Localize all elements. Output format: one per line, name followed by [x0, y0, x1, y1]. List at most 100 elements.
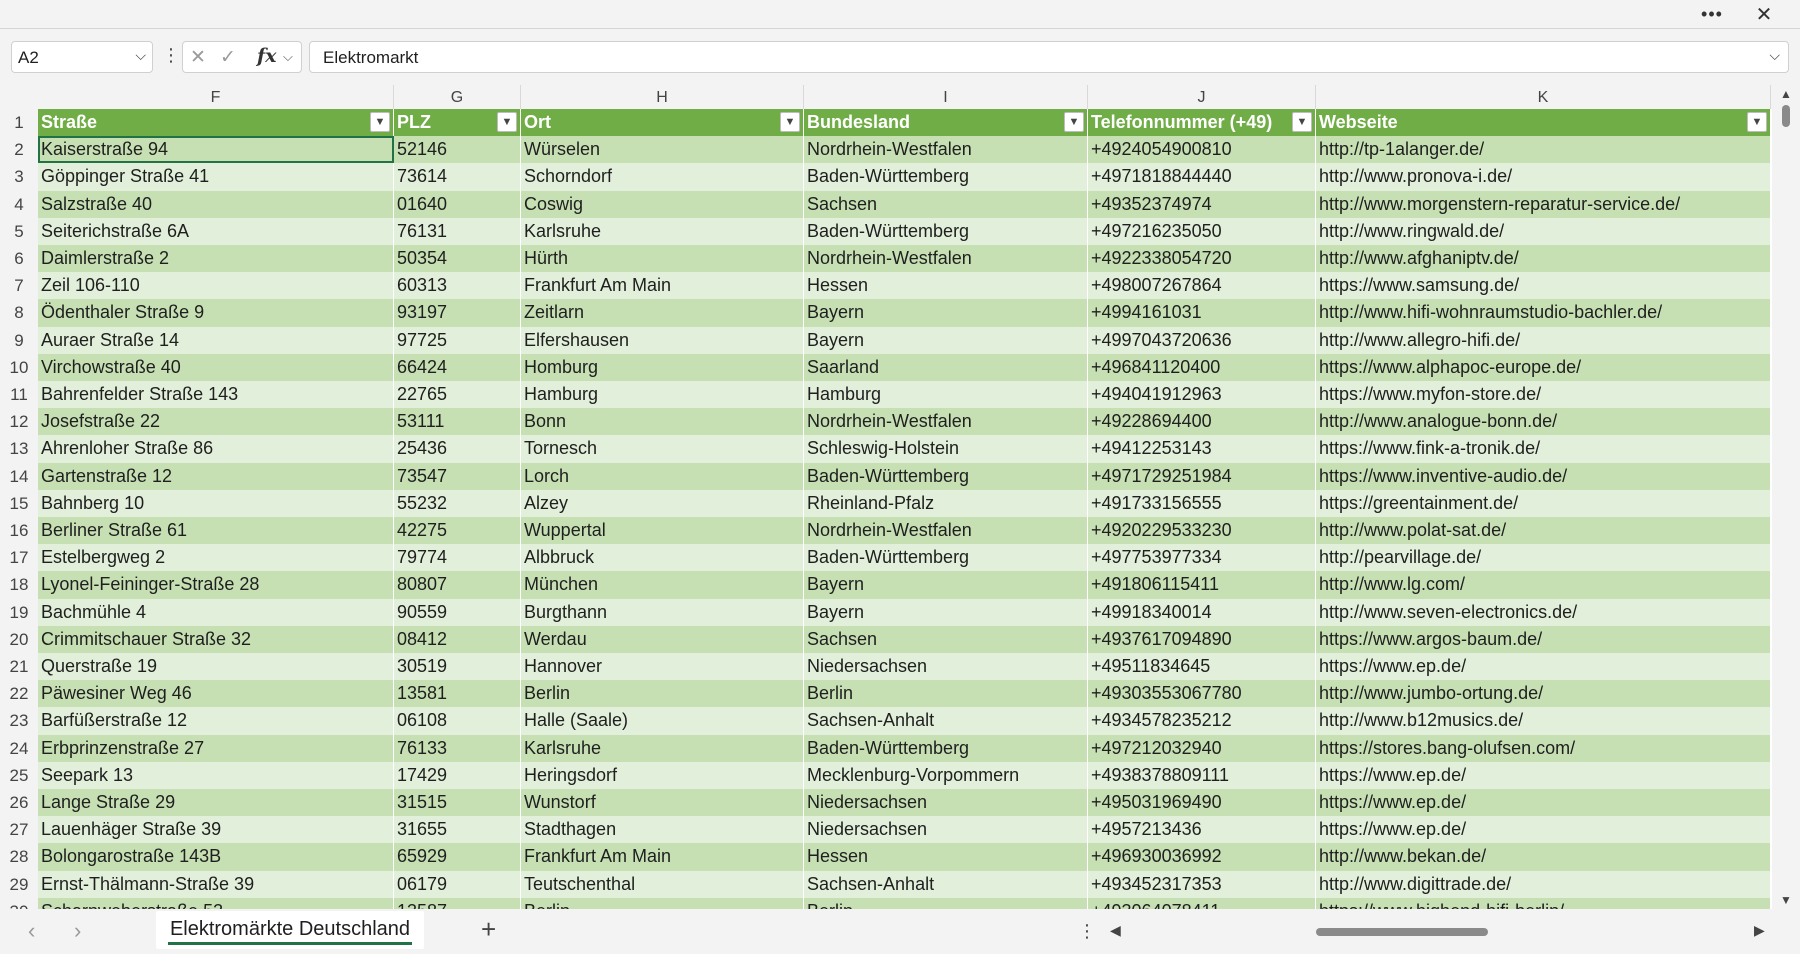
table-cell[interactable]: 31655: [394, 816, 521, 844]
header-cell[interactable]: Telefonnummer (+49) ▼: [1088, 109, 1316, 137]
table-cell[interactable]: http://www.morgenstern-reparatur-service…: [1316, 190, 1771, 218]
table-cell[interactable]: http://www.ringwald.de/: [1316, 217, 1771, 245]
table-cell[interactable]: Wuppertal: [521, 517, 804, 545]
table-cell[interactable]: https://www.ep.de/: [1316, 761, 1771, 789]
header-cell[interactable]: PLZ ▼: [394, 109, 521, 137]
table-cell[interactable]: https://greentainment.de/: [1316, 489, 1771, 517]
row-number[interactable]: 16: [0, 517, 38, 545]
table-cell[interactable]: Alzey: [521, 489, 804, 517]
table-cell[interactable]: Scharnweberstraße 53: [38, 897, 394, 909]
table-cell[interactable]: Josefstraße 22: [38, 408, 394, 436]
table-cell[interactable]: Hürth: [521, 245, 804, 273]
header-cell[interactable]: Ort ▼: [521, 109, 804, 137]
table-cell[interactable]: http://www.analogue-bonn.de/: [1316, 408, 1771, 436]
scroll-down-icon[interactable]: ▼: [1780, 893, 1792, 907]
column-header-j[interactable]: J: [1088, 85, 1316, 109]
row-number[interactable]: 29: [0, 870, 38, 898]
table-cell[interactable]: +49352374974: [1088, 190, 1316, 218]
table-cell[interactable]: 93197: [394, 299, 521, 327]
checkmark-icon[interactable]: ✓: [220, 46, 236, 69]
table-cell[interactable]: https://www.alphapoc-europe.de/: [1316, 353, 1771, 381]
table-cell[interactable]: Frankfurt Am Main: [521, 272, 804, 300]
table-cell[interactable]: 25436: [394, 435, 521, 463]
row-number[interactable]: 2: [0, 136, 38, 164]
table-cell[interactable]: Berlin: [804, 680, 1088, 708]
cancel-icon[interactable]: ✕: [190, 46, 206, 69]
table-cell[interactable]: +4971818844440: [1088, 163, 1316, 191]
table-cell[interactable]: 06108: [394, 707, 521, 735]
row-number[interactable]: 26: [0, 789, 38, 817]
table-cell[interactable]: Virchowstraße 40: [38, 353, 394, 381]
table-cell[interactable]: Sachsen-Anhalt: [804, 707, 1088, 735]
table-cell[interactable]: Berliner Straße 61: [38, 517, 394, 545]
table-cell[interactable]: Berlin: [521, 897, 804, 909]
worksheet-grid[interactable]: FGHIJK 1 Straße ▼ PLZ ▼ Ort ▼ Bundesland ▼ Telefo…: [0, 85, 1772, 909]
table-cell[interactable]: +4920229533230: [1088, 517, 1316, 545]
row-number[interactable]: 3: [0, 163, 38, 191]
table-cell[interactable]: http://www.allegro-hifi.de/: [1316, 326, 1771, 354]
table-cell[interactable]: https://www.fink-a-tronik.de/: [1316, 435, 1771, 463]
table-cell[interactable]: München: [521, 571, 804, 599]
table-cell[interactable]: http://www.b12musics.de/: [1316, 707, 1771, 735]
column-header-g[interactable]: G: [394, 85, 521, 109]
table-cell[interactable]: 42275: [394, 517, 521, 545]
table-cell[interactable]: Erbprinzenstraße 27: [38, 734, 394, 762]
table-cell[interactable]: https://www.ep.de/: [1316, 653, 1771, 681]
table-cell[interactable]: Rheinland-Pfalz: [804, 489, 1088, 517]
table-cell[interactable]: http://www.hifi-wohnraumstudio-bachler.d…: [1316, 299, 1771, 327]
row-number[interactable]: 7: [0, 272, 38, 300]
table-cell[interactable]: https://stores.bang-olufsen.com/: [1316, 734, 1771, 762]
table-cell[interactable]: Teutschenthal: [521, 870, 804, 898]
table-cell[interactable]: Seiterichstraße 6A: [38, 217, 394, 245]
row-number[interactable]: 28: [0, 843, 38, 871]
table-cell[interactable]: Baden-Württemberg: [804, 734, 1088, 762]
table-cell[interactable]: Bayern: [804, 571, 1088, 599]
table-cell[interactable]: Nordrhein-Westfalen: [804, 245, 1088, 273]
row-number[interactable]: 13: [0, 435, 38, 463]
expand-formula-bar-icon[interactable]: ⌵: [1769, 47, 1780, 64]
table-cell[interactable]: http://www.pronova-i.de/: [1316, 163, 1771, 191]
table-cell[interactable]: https://www.inventive-audio.de/: [1316, 462, 1771, 490]
table-cell[interactable]: http://pearvillage.de/: [1316, 544, 1771, 572]
table-cell[interactable]: Homburg: [521, 353, 804, 381]
table-cell[interactable]: Querstraße 19: [38, 653, 394, 681]
table-cell[interactable]: https://www.argos-baum.de/: [1316, 625, 1771, 653]
table-cell[interactable]: Elfershausen: [521, 326, 804, 354]
vertical-dots-icon[interactable]: ⋮: [1078, 921, 1096, 942]
table-cell[interactable]: 17429: [394, 761, 521, 789]
table-cell[interactable]: Schorndorf: [521, 163, 804, 191]
filter-dropdown-icon[interactable]: ▼: [497, 112, 517, 132]
row-number[interactable]: 4: [0, 190, 38, 218]
table-cell[interactable]: +49412253143: [1088, 435, 1316, 463]
table-cell[interactable]: 76133: [394, 734, 521, 762]
table-cell[interactable]: +497212032940: [1088, 734, 1316, 762]
table-cell[interactable]: Bonn: [521, 408, 804, 436]
table-cell[interactable]: Barfüßerstraße 12: [38, 707, 394, 735]
table-cell[interactable]: Auraer Straße 14: [38, 326, 394, 354]
scroll-left-icon[interactable]: ◀: [1110, 922, 1121, 939]
table-cell[interactable]: +49918340014: [1088, 598, 1316, 626]
table-cell[interactable]: Wunstorf: [521, 789, 804, 817]
table-cell[interactable]: Bayern: [804, 299, 1088, 327]
chevron-down-icon[interactable]: ⌵: [135, 47, 146, 64]
table-cell[interactable]: Zeil 106-110: [38, 272, 394, 300]
table-cell[interactable]: http://www.afghaniptv.de/: [1316, 245, 1771, 273]
table-cell[interactable]: 13587: [394, 897, 521, 909]
table-cell[interactable]: Hamburg: [521, 381, 804, 409]
table-cell[interactable]: Frankfurt Am Main: [521, 843, 804, 871]
table-cell[interactable]: Baden-Württemberg: [804, 163, 1088, 191]
table-cell[interactable]: 01640: [394, 190, 521, 218]
table-cell[interactable]: +49511834645: [1088, 653, 1316, 681]
row-number[interactable]: 10: [0, 353, 38, 381]
table-cell[interactable]: http://www.digittrade.de/: [1316, 870, 1771, 898]
header-cell[interactable]: Bundesland ▼: [804, 109, 1088, 137]
row-number[interactable]: 25: [0, 761, 38, 789]
table-cell[interactable]: Berlin: [804, 897, 1088, 909]
row-number[interactable]: 15: [0, 489, 38, 517]
table-cell[interactable]: Burgthann: [521, 598, 804, 626]
table-cell[interactable]: Lauenhäger Straße 39: [38, 816, 394, 844]
table-cell[interactable]: Crimmitschauer Straße 32: [38, 625, 394, 653]
table-cell[interactable]: Heringsdorf: [521, 761, 804, 789]
insert-function-icon[interactable]: fx: [257, 45, 277, 67]
table-cell[interactable]: 97725: [394, 326, 521, 354]
